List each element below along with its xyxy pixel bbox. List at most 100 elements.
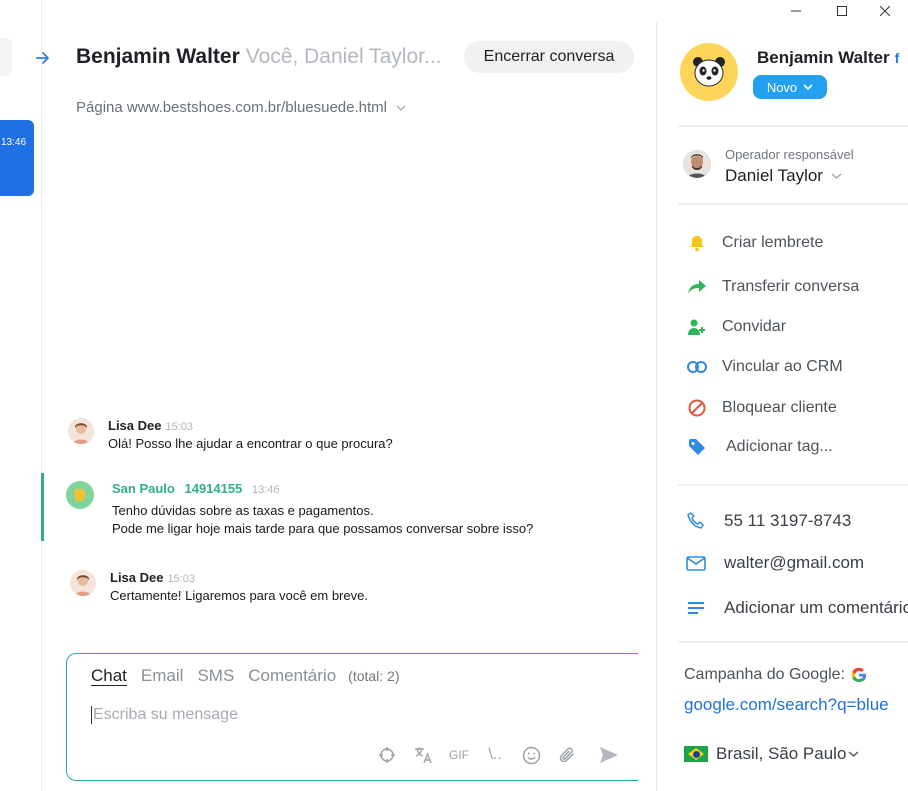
conversation-card-stub[interactable] [0, 38, 12, 76]
link-icon [686, 356, 708, 378]
message: Lisa Dee 15:03 Olá! Posso lhe ajudar a en… [68, 418, 393, 453]
arrow-right-icon[interactable] [31, 46, 55, 70]
chat-participants[interactable]: Você, Daniel Taylor... [246, 45, 442, 69]
contact-name: Benjamin Walter f [757, 48, 899, 68]
message-author: Lisa Dee [110, 570, 164, 585]
operator-avatar [68, 418, 94, 444]
phone-number: 55 11 3197-8743 [724, 511, 852, 530]
action-label: Adicionar tag... [726, 438, 833, 455]
location-label: Brasil, São Paulo [716, 744, 847, 763]
brazil-flag-icon [684, 746, 708, 762]
action-label: Vincular ao CRM [722, 358, 843, 375]
create-reminder-action[interactable]: Criar lembrete [686, 232, 823, 254]
campaign-label-text: Campanha do Google: [684, 666, 845, 683]
action-label: Transferir conversa [722, 278, 860, 295]
block-client-action[interactable]: Bloquear cliente [686, 397, 837, 419]
minimize-icon[interactable] [773, 0, 819, 22]
end-conversation-button[interactable]: Encerrar conversa [464, 41, 634, 73]
message-time: 15:03 [167, 573, 196, 585]
block-icon [686, 397, 708, 419]
divider [678, 484, 908, 486]
link-crm-action[interactable]: Vincular ao CRM [686, 356, 843, 378]
chevron-down-icon [848, 751, 859, 757]
add-tag-action[interactable]: Adicionar tag... [686, 436, 833, 458]
send-icon[interactable] [598, 744, 620, 766]
close-icon[interactable] [862, 0, 908, 22]
chevron-down-icon [831, 173, 842, 179]
action-label: Bloquear cliente [722, 399, 837, 416]
contact-location[interactable]: Brasil, São Paulo [684, 744, 859, 764]
translate-icon[interactable] [412, 744, 434, 766]
maximize-icon[interactable] [819, 0, 865, 22]
tab-sms[interactable]: SMS [197, 666, 234, 686]
add-comment-label: Adicionar um comentário [724, 598, 908, 617]
operator-label: Operador responsável [725, 147, 854, 162]
chevron-down-icon [396, 104, 406, 111]
mail-icon [686, 553, 706, 573]
tag-icon [686, 436, 708, 458]
action-label: Criar lembrete [722, 234, 824, 251]
message-input[interactable] [91, 706, 611, 724]
window-titlebar [633, 0, 908, 22]
google-icon [851, 667, 866, 682]
message-composer: Chat Email SMS Comentário (total: 2) GIF… [66, 653, 638, 781]
bell-icon [686, 232, 708, 254]
operator-avatar [683, 150, 711, 178]
crosshair-icon[interactable] [376, 744, 398, 766]
tab-comment[interactable]: Comentário [248, 666, 336, 686]
comment-total: (total: 2) [348, 668, 400, 684]
message: San Paulo 14914155 13:46 Tenho dúvidas s… [66, 481, 533, 538]
transfer-conversation-action[interactable]: Transferir conversa [686, 276, 859, 298]
message-time: 15:03 [165, 421, 194, 433]
panda-icon [693, 57, 725, 87]
message-client-id: 14914155 [184, 481, 243, 496]
operator-avatar [70, 570, 96, 596]
client-avatar [66, 481, 94, 509]
action-label: Convidar [722, 318, 787, 335]
gif-button[interactable]: GIF [448, 744, 470, 766]
campaign-label: Campanha do Google: [684, 666, 867, 684]
message-text: Tenho dúvidas sobre as taxas e pagamento… [112, 503, 374, 518]
status-label: Novo [766, 79, 798, 95]
tab-chat[interactable]: Chat [91, 666, 127, 686]
message: Lisa Dee 15:03 Certamente! Ligaremos para… [70, 570, 368, 605]
chat-app: 13:46 Benjamin Walter Você, Daniel Taylo… [0, 0, 908, 791]
comment-lines-icon [686, 598, 706, 618]
message-text: Olá! Posso lhe ajudar a encontrar o que … [108, 436, 393, 451]
contact-name-text: Benjamin Walter [757, 48, 890, 67]
add-user-icon [686, 316, 708, 338]
emoji-icon[interactable] [520, 744, 542, 766]
operator-dropdown[interactable]: Daniel Taylor [725, 166, 842, 186]
paperclip-icon[interactable] [556, 744, 578, 766]
active-conversation-card[interactable]: 13:46 [0, 120, 34, 196]
invite-action[interactable]: Convidar [686, 316, 786, 338]
conversation-list-strip: 13:46 [0, 0, 42, 791]
divider [678, 125, 908, 127]
status-dropdown[interactable]: Novo [753, 75, 827, 99]
composer-tabs: Chat Email SMS Comentário (total: 2) [91, 666, 414, 686]
shortcut-button[interactable]: \.. [484, 744, 506, 766]
add-comment[interactable]: Adicionar um comentário [686, 598, 908, 618]
client-message-marker [41, 473, 44, 541]
tab-email[interactable]: Email [141, 666, 184, 686]
visited-page[interactable]: Página www.bestshoes.com.br/bluesuede.ht… [76, 99, 407, 116]
chevron-down-icon [803, 84, 813, 91]
chat-header: Benjamin Walter Você, Daniel Taylor... [76, 41, 442, 73]
divider [678, 203, 908, 205]
contact-phone[interactable]: 55 11 3197-8743 [686, 511, 851, 531]
phone-icon [686, 511, 706, 531]
campaign-link[interactable]: google.com/search?q=blue [684, 695, 908, 715]
message-time: 13:46 [251, 484, 280, 496]
active-conversation-time: 13:46 [1, 137, 27, 148]
composer-toolbar: GIF \.. [376, 744, 620, 766]
visited-page-label: Página www.bestshoes.com.br/bluesuede.ht… [76, 99, 388, 116]
message-author: Lisa Dee [108, 418, 162, 433]
share-arrow-icon [686, 276, 708, 298]
divider [678, 641, 908, 643]
message-text: Pode me ligar hoje mais tarde para que p… [112, 521, 534, 536]
chat-contact-name: Benjamin Walter [76, 45, 240, 68]
contact-email[interactable]: walter@gmail.com [686, 553, 864, 573]
message-author: San Paulo [112, 481, 175, 496]
message-text: Certamente! Ligaremos para você em breve… [110, 588, 368, 603]
email-address: walter@gmail.com [724, 553, 865, 572]
